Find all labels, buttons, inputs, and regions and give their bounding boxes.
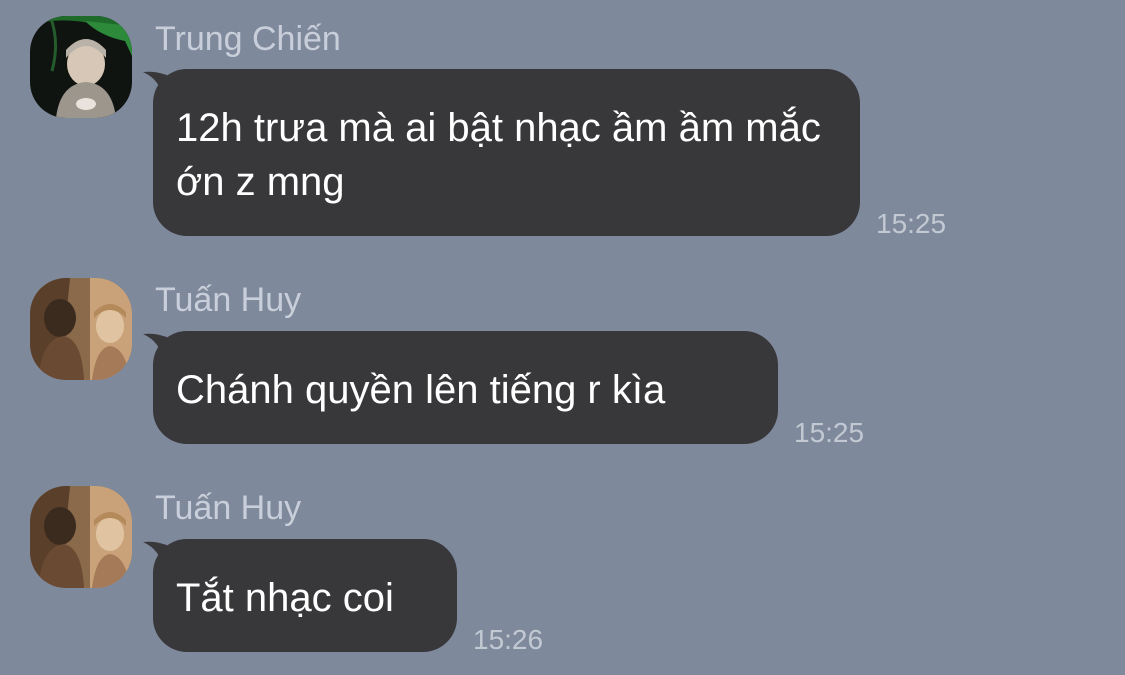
user-avatar-icon [30,486,132,588]
avatar[interactable] [30,486,132,588]
message-text: Tắt nhạc coi [176,576,394,620]
sender-name: Tuấn Huy [155,489,302,527]
message-row: Tuấn Huy Tắt nhạc coi 15:26 [0,0,1125,675]
message-bubble[interactable]: Tắt nhạc coi [153,539,457,652]
message-time: 15:26 [473,624,544,655]
